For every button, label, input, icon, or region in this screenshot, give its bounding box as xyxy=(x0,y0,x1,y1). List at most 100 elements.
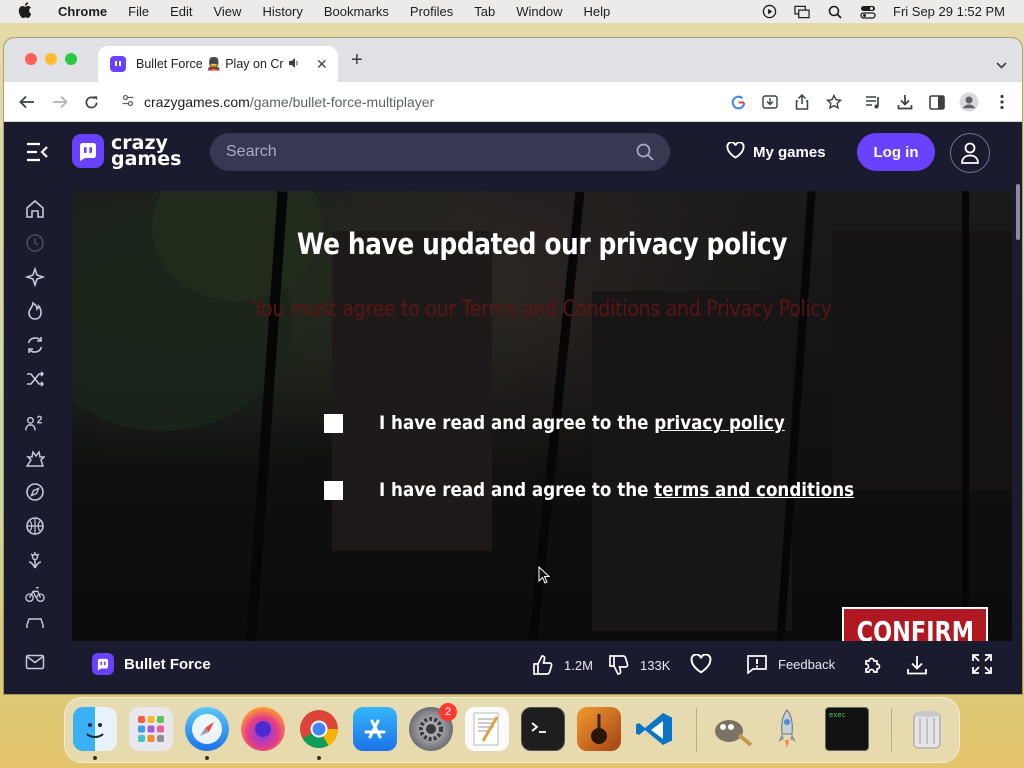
zoom-window-button[interactable] xyxy=(65,53,77,65)
bookmark-star-icon[interactable] xyxy=(824,92,844,112)
terms-conditions-link[interactable]: terms and conditions xyxy=(654,479,854,501)
terms-checkbox[interactable] xyxy=(324,480,343,500)
terminal-app-icon[interactable] xyxy=(521,707,565,751)
finder-app-icon[interactable] xyxy=(73,707,117,751)
play-circle-icon[interactable] xyxy=(761,4,777,19)
menu-app-name[interactable]: Chrome xyxy=(58,4,107,19)
search-icon[interactable] xyxy=(636,143,654,166)
sports-basketball-icon[interactable] xyxy=(25,516,45,536)
safari-app-icon[interactable] xyxy=(185,707,229,751)
recent-clock-icon[interactable] xyxy=(25,233,45,253)
forward-arrow-icon[interactable] xyxy=(50,92,70,112)
crazygames-small-logo-icon xyxy=(92,653,114,675)
menu-edit[interactable]: Edit xyxy=(170,4,192,19)
menu-profiles[interactable]: Profiles xyxy=(410,4,453,19)
menubar-clock[interactable]: Fri Sep 29 1:52 PM xyxy=(893,4,1005,19)
download-game-button[interactable] xyxy=(906,654,938,676)
tab-audio-icon[interactable] xyxy=(288,57,300,72)
back-arrow-icon[interactable] xyxy=(17,92,37,112)
car-icon[interactable] xyxy=(25,618,45,628)
menu-history[interactable]: History xyxy=(262,4,302,19)
thumbs-up-icon xyxy=(533,655,553,675)
trash-app-icon[interactable] xyxy=(905,707,949,751)
running-indicator xyxy=(93,756,97,760)
side-panel-icon[interactable] xyxy=(927,92,947,112)
menu-view[interactable]: View xyxy=(213,4,241,19)
screen-mirroring-icon[interactable] xyxy=(794,5,810,19)
app-store-app-icon[interactable] xyxy=(353,707,397,751)
my-games-button[interactable]: My games xyxy=(726,141,826,163)
firefox-app-icon[interactable] xyxy=(241,707,285,751)
sidebar-toggle-icon[interactable] xyxy=(26,142,48,164)
adventure-compass-icon[interactable] xyxy=(25,482,45,502)
login-button[interactable]: Log in xyxy=(857,133,935,171)
menu-tab[interactable]: Tab xyxy=(474,4,495,19)
dock-separator xyxy=(891,708,892,752)
confirm-button[interactable]: CONFIRM xyxy=(842,607,988,641)
search-placeholder: Search xyxy=(226,143,277,160)
favorite-button[interactable] xyxy=(690,654,722,674)
embed-button[interactable] xyxy=(862,654,894,676)
chrome-app-icon[interactable] xyxy=(297,707,341,751)
page-scrollbar[interactable] xyxy=(1016,184,1022,694)
textedit-app-icon[interactable] xyxy=(465,707,509,751)
close-window-button[interactable] xyxy=(25,53,37,65)
site-info-icon[interactable] xyxy=(122,94,134,110)
action-explosion-icon[interactable] xyxy=(25,448,45,468)
user-account-button[interactable] xyxy=(950,133,990,173)
tab-title: Bullet Force 💂 Play on Cr xyxy=(136,56,284,71)
menu-bookmarks[interactable]: Bookmarks xyxy=(324,4,389,19)
exec-terminal-app-icon[interactable]: exec xyxy=(825,707,869,751)
site-search-input[interactable]: Search xyxy=(210,133,670,171)
vscode-app-icon[interactable] xyxy=(633,707,677,751)
spotlight-search-icon[interactable] xyxy=(827,5,843,19)
contact-mail-icon[interactable] xyxy=(25,652,45,672)
scrollbar-thumb[interactable] xyxy=(1016,184,1020,240)
trending-flame-icon[interactable] xyxy=(25,301,45,321)
puzzle-icon xyxy=(865,657,881,673)
feedback-button[interactable]: Feedback xyxy=(746,654,835,674)
menu-file[interactable]: File xyxy=(128,4,149,19)
new-sparkle-icon[interactable] xyxy=(25,267,45,287)
menu-window[interactable]: Window xyxy=(516,4,562,19)
apple-menu-icon[interactable] xyxy=(18,1,36,22)
google-lens-icon[interactable] xyxy=(728,92,748,112)
like-button[interactable]: 1.2M xyxy=(532,654,593,676)
install-app-icon[interactable] xyxy=(760,92,780,112)
profile-avatar-icon[interactable] xyxy=(959,92,979,112)
reload-icon[interactable] xyxy=(81,92,101,112)
media-controls-icon[interactable] xyxy=(863,92,883,112)
updated-refresh-icon[interactable] xyxy=(25,335,45,355)
control-center-icon[interactable] xyxy=(860,5,876,19)
tab-close-icon[interactable]: ✕ xyxy=(316,56,328,73)
gimp-app-icon[interactable] xyxy=(709,707,753,751)
multiplayer-icon[interactable] xyxy=(25,414,45,434)
url-host: crazygames.com xyxy=(144,94,250,110)
minimize-window-button[interactable] xyxy=(45,53,57,65)
game-canvas[interactable]: We have updated our privacy policy You m… xyxy=(72,191,1012,641)
dislike-button[interactable]: 133K xyxy=(608,654,670,676)
crazygames-logo[interactable]: crazy games xyxy=(72,134,181,169)
garageband-app-icon[interactable] xyxy=(577,707,621,751)
menu-help[interactable]: Help xyxy=(584,4,611,19)
chrome-window: Bullet Force 💂 Play on Cr ✕ + crazygames… xyxy=(4,38,1022,694)
downloads-icon[interactable] xyxy=(895,92,915,112)
home-icon[interactable] xyxy=(25,199,45,219)
random-shuffle-icon[interactable] xyxy=(25,369,45,389)
privacy-policy-link[interactable]: privacy policy xyxy=(654,412,784,434)
address-bar[interactable]: crazygames.com/game/bullet-force-multipl… xyxy=(112,87,862,117)
share-icon[interactable] xyxy=(792,92,812,112)
system-settings-app-icon[interactable]: 2 xyxy=(409,703,457,751)
new-tab-icon[interactable]: + xyxy=(351,50,363,70)
rocket-app-icon[interactable] xyxy=(765,707,809,751)
browser-tab-active[interactable]: Bullet Force 💂 Play on Cr ✕ xyxy=(98,46,338,82)
launchpad-app-icon[interactable] xyxy=(129,707,173,751)
driving-bike-icon[interactable] xyxy=(25,584,45,604)
privacy-checkbox[interactable] xyxy=(324,413,343,433)
fullscreen-button[interactable] xyxy=(972,654,1002,674)
site-sidebar xyxy=(4,184,68,694)
chrome-menu-icon[interactable] xyxy=(992,92,1012,112)
fullscreen-icon xyxy=(972,654,992,674)
casual-flower-icon[interactable] xyxy=(25,550,45,570)
tab-search-chevron-icon[interactable] xyxy=(996,56,1007,69)
